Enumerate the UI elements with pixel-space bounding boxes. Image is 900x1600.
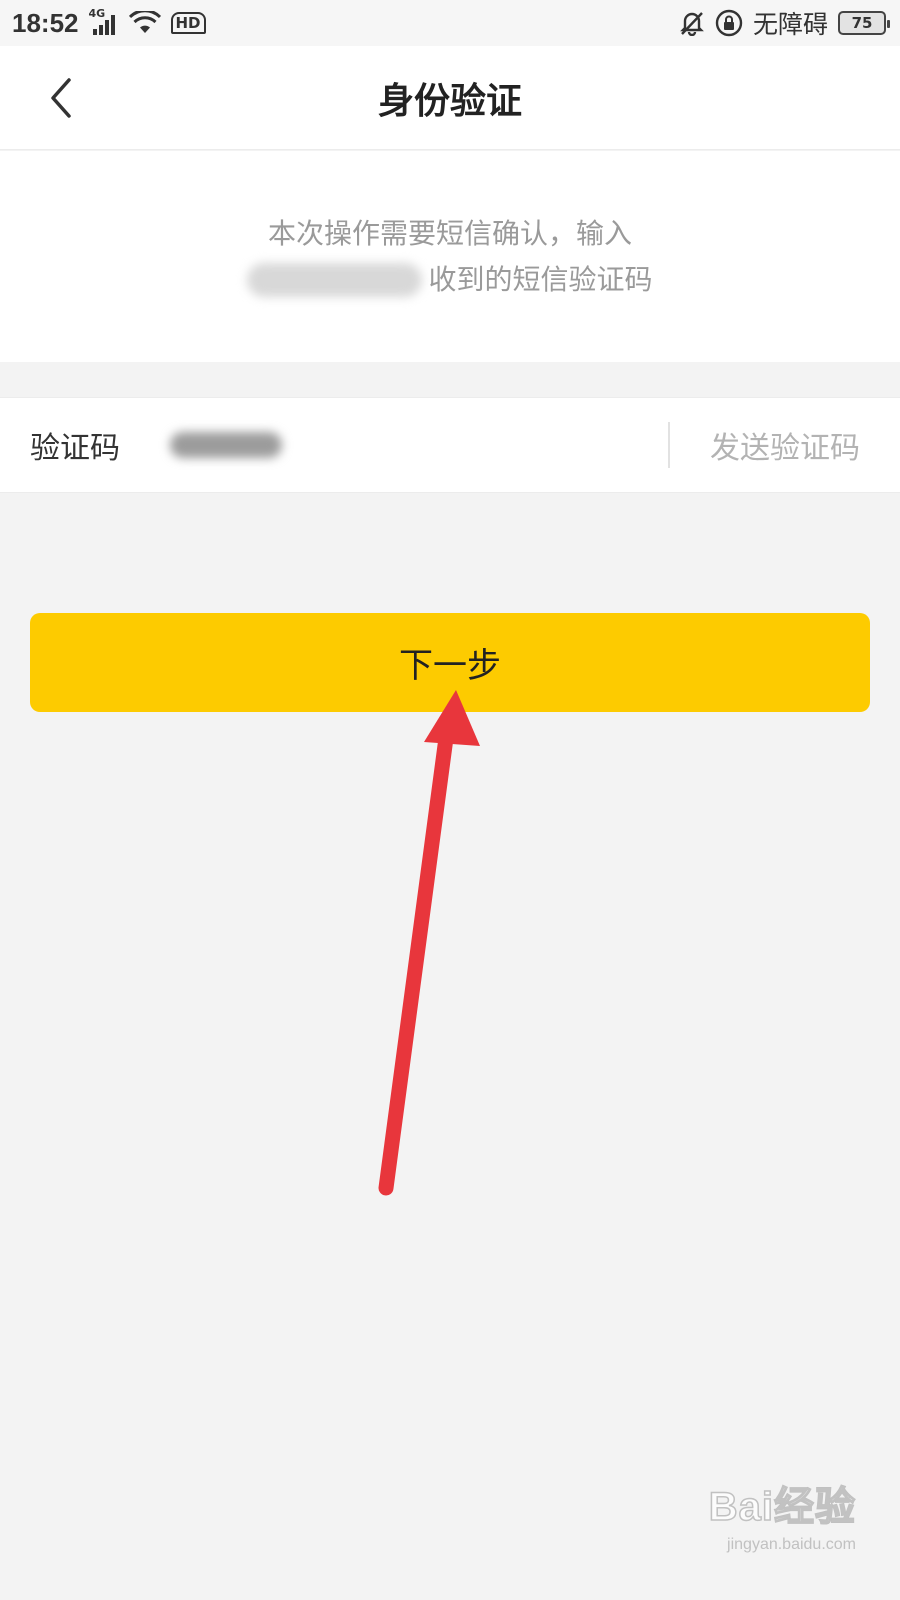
annotation-arrow-shaft (378, 730, 454, 1196)
description-line-2-text: 收到的短信验证码 (428, 262, 653, 296)
status-bar-left: 18:52 4G HD (12, 7, 206, 39)
description-line-2: 收到的短信验证码 (247, 257, 653, 303)
battery-icon: 75 (838, 11, 890, 35)
verification-code-input[interactable] (166, 420, 646, 472)
bell-muted-icon (679, 10, 705, 36)
status-bar: 18:52 4G HD 无障碍 75 (0, 0, 900, 46)
watermark: Bai经验 jingyan.baidu.com (686, 1474, 856, 1572)
accessibility-label: 无障碍 (752, 10, 828, 39)
battery-level: 75 (851, 14, 873, 32)
wifi-icon (128, 11, 161, 35)
masked-phone-number (247, 262, 423, 297)
signal-icon: 4G (89, 7, 119, 35)
page-title: 身份验证 (377, 81, 522, 122)
watermark-url: jingyan.baidu.com (727, 1536, 856, 1553)
watermark-logo: Bai经验 (708, 1484, 856, 1530)
send-code-button[interactable]: 发送验证码 (710, 423, 860, 467)
title-bar: 身份验证 (0, 46, 900, 150)
rotation-lock-icon (715, 9, 743, 37)
description-panel: 本次操作需要短信确认，输入 收到的短信验证码 (0, 151, 900, 362)
status-time: 18:52 (12, 7, 79, 38)
next-step-button[interactable]: 下一步 (30, 613, 870, 712)
field-divider (668, 422, 670, 468)
verification-code-label: 验证码 (30, 431, 120, 466)
verification-code-row: 验证码 发送验证码 (0, 397, 900, 493)
hd-voice-icon: HD (170, 12, 206, 34)
description-line-1: 本次操作需要短信确认，输入 (267, 216, 632, 250)
status-bar-right: 无障碍 75 (679, 5, 890, 41)
